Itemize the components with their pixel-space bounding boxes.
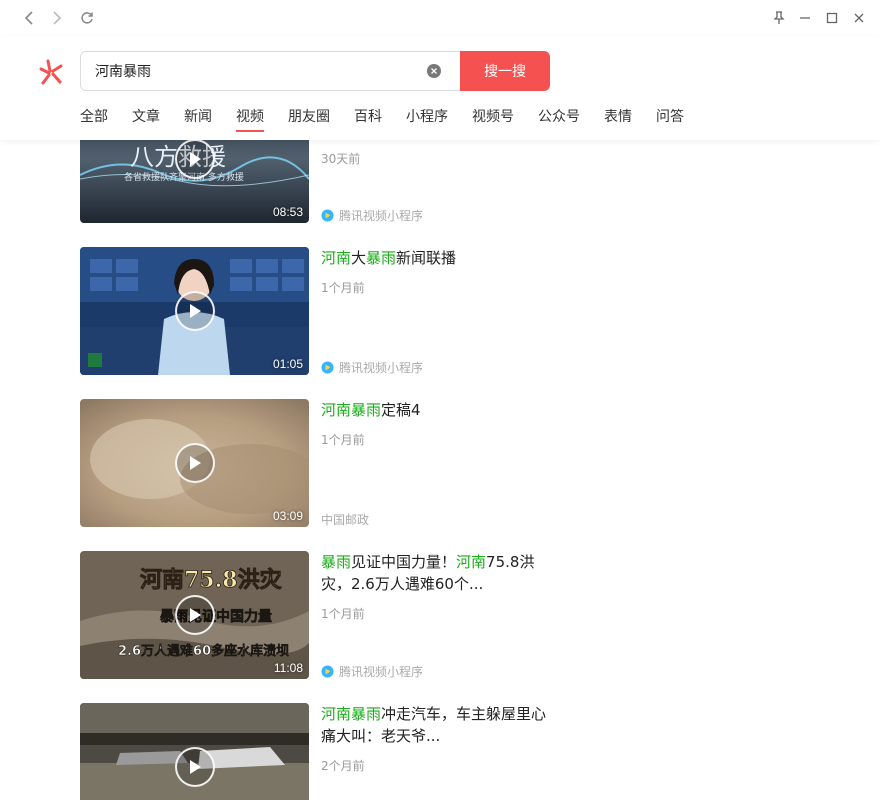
title-keyword-highlight: 暴雨 (321, 553, 352, 571)
title-text: 新闻联播 (396, 249, 457, 267)
publish-time: 1个月前 (321, 281, 365, 295)
result-title[interactable]: 河南大暴雨新闻联播 (321, 247, 556, 269)
tab-qa[interactable]: 问答 (656, 108, 684, 138)
video-thumbnail[interactable] (80, 703, 309, 800)
play-icon (190, 608, 201, 622)
play-icon (190, 152, 201, 166)
tencent-video-icon (321, 209, 334, 222)
title-text: 大 (351, 249, 367, 267)
result-item[interactable]: 河南暴雨冲走汽车，车主躲屋里心痛大叫：老天爷... 2个月前 (80, 703, 560, 800)
play-button[interactable] (175, 139, 215, 179)
clear-icon (431, 68, 437, 74)
tab-mini-programs[interactable]: 小程序 (406, 108, 448, 138)
search-button[interactable]: 搜一搜 (460, 51, 550, 91)
tab-articles[interactable]: 文章 (132, 108, 160, 138)
video-thumbnail[interactable]: 03:09 (80, 399, 309, 527)
tencent-video-icon (321, 361, 334, 374)
tab-encyclopedia[interactable]: 百科 (354, 108, 382, 138)
result-item[interactable]: 01:05 河南大暴雨新闻联播 1个月前 腾讯视频小程序 (80, 247, 560, 375)
tab-all[interactable]: 全部 (80, 108, 108, 138)
tab-videos[interactable]: 视频 (236, 108, 264, 138)
video-source: 腾讯视频小程序 (321, 359, 423, 376)
play-button[interactable] (175, 291, 215, 331)
thumbnail-overlay-title: 河南75.8洪灾 (140, 567, 283, 593)
tab-channels[interactable]: 视频号 (472, 108, 514, 138)
title-text: 见证中国力量！ (351, 553, 457, 571)
source-label: 腾讯视频小程序 (339, 361, 424, 375)
tab-moments[interactable]: 朋友圈 (288, 108, 330, 138)
play-button[interactable] (175, 443, 215, 483)
play-icon (190, 760, 201, 774)
tab-stickers[interactable]: 表情 (604, 108, 632, 138)
publish-time: 2个月前 (321, 759, 365, 773)
search-box (80, 51, 461, 91)
video-thumbnail[interactable]: 01:05 (80, 247, 309, 375)
result-title[interactable]: 河南暴雨定稿4 (321, 399, 556, 421)
source-label: 腾讯视频小程序 (339, 209, 424, 223)
play-icon (190, 304, 201, 318)
publish-time: 30天前 (321, 152, 361, 166)
video-duration: 08:53 (272, 205, 303, 219)
result-item[interactable]: 河南75.8洪灾 暴雨见证中国力量 2.6万人遇难60多座水库溃坝 11:08 … (80, 551, 560, 679)
video-source: 腾讯视频小程序 (321, 207, 423, 224)
sou-yi-sou-logo-icon (39, 59, 63, 85)
title-text: 定稿4 (381, 401, 421, 419)
source-label: 中国邮政 (321, 513, 370, 527)
publish-time: 1个月前 (321, 607, 365, 621)
tab-official-accounts[interactable]: 公众号 (538, 108, 580, 138)
clear-search-button[interactable] (427, 64, 441, 78)
title-keyword-highlight: 暴雨 (366, 249, 397, 267)
search-header: 搜一搜 全部 文章 新闻 视频 朋友圈 百科 小程序 视频号 公众号 表情 问答 (0, 36, 880, 140)
video-source: 中国邮政 (321, 511, 369, 528)
result-title[interactable]: 暴雨见证中国力量！河南75.8洪灾，2.6万人遇难60个... (321, 551, 556, 595)
title-keyword-highlight: 河南 (456, 553, 487, 571)
video-duration: 01:05 (272, 357, 303, 371)
play-button[interactable] (175, 747, 215, 787)
video-source: 腾讯视频小程序 (321, 663, 423, 680)
video-duration: 03:09 (272, 509, 303, 523)
title-keyword-highlight: 河南暴雨 (321, 401, 382, 419)
tab-news[interactable]: 新闻 (184, 108, 212, 138)
thumbnail-overlay-subtitle: 2.6万人遇难60多座水库溃坝 (118, 643, 289, 659)
play-icon (190, 456, 201, 470)
search-input[interactable] (95, 52, 415, 90)
source-label: 腾讯视频小程序 (339, 665, 424, 679)
video-duration: 11:08 (273, 661, 303, 675)
play-button[interactable] (175, 595, 215, 635)
video-thumbnail[interactable]: 河南75.8洪灾 暴雨见证中国力量 2.6万人遇难60多座水库溃坝 11:08 (80, 551, 309, 679)
publish-time: 1个月前 (321, 433, 365, 447)
result-item[interactable]: 03:09 河南暴雨定稿4 1个月前 中国邮政 (80, 399, 560, 527)
result-title[interactable]: 河南暴雨冲走汽车，车主躲屋里心痛大叫：老天爷... (321, 703, 556, 747)
tencent-video-icon (321, 665, 334, 678)
title-keyword-highlight: 河南暴雨 (321, 705, 382, 723)
category-tabs: 全部 文章 新闻 视频 朋友圈 百科 小程序 视频号 公众号 表情 问答 (80, 108, 708, 138)
title-keyword-highlight: 河南 (321, 249, 352, 267)
